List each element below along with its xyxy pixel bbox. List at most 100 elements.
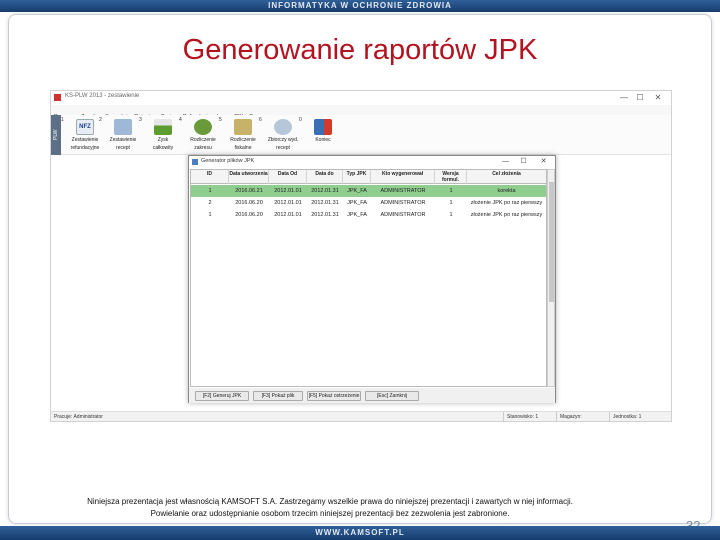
tool-label: Zestawienie	[71, 137, 99, 143]
cell-jpk-type: JPK_FA	[347, 212, 367, 218]
status-bar: Pracuje: Administrator Stanowisko: 1 Mag…	[51, 411, 671, 422]
exit-door-icon	[314, 119, 332, 135]
tool-label: Rozliczenie	[190, 137, 216, 143]
side-tab[interactable]: PLW	[51, 115, 61, 155]
tool-label-2: zakresu	[194, 145, 212, 151]
grid-scrollbar[interactable]	[547, 169, 555, 387]
cell-id: 1	[208, 212, 212, 218]
receipt-icon	[234, 119, 252, 135]
cell-generated-by: ADMINISTRATOR	[380, 200, 426, 206]
copyright-line-2: Powielanie oraz udostępnianie osobom trz…	[150, 509, 510, 518]
cell-jpk-type: JPK_FA	[347, 188, 367, 194]
dialog-close-button[interactable]: ✕	[537, 157, 550, 167]
close-dialog-button[interactable]: [Esc] Zamknij	[365, 391, 419, 401]
tool-label-2: recept	[276, 145, 290, 151]
tool-rozliczenie-fiskalne[interactable]: 5 Rozliczenie fiskalne	[219, 117, 263, 153]
gear-icon	[274, 119, 292, 135]
status-branch: Jednostka: 1	[609, 412, 641, 422]
tool-number: 1	[61, 117, 64, 123]
column-header-created[interactable]: Data utworzenia	[229, 170, 269, 184]
tool-label: Zysk	[157, 137, 169, 143]
column-header-generated-by[interactable]: Kto wygenerował	[371, 170, 435, 184]
cell-date-from: 2012.01.01	[274, 200, 302, 206]
dialog-titlebar: Generator plików JPK — ☐ ✕	[189, 156, 555, 168]
cell-form-version: 1	[449, 212, 453, 218]
website-text: WWW.KAMSOFT.PL	[315, 528, 405, 537]
header-text: INFORMATYKA W OCHRONIE ZDROWIA	[268, 1, 452, 10]
cell-date-from: 2012.01.01	[274, 188, 302, 194]
tool-zbiorczy-wydruk-recept[interactable]: 6 Zbiorczy wyd. recept	[259, 117, 303, 153]
tool-label-2: recept	[116, 145, 130, 151]
bar-chart-icon	[154, 119, 172, 135]
cell-created: 2016.06.20	[235, 212, 263, 218]
tool-number: 0	[299, 117, 302, 123]
tool-label: Koniec	[315, 137, 331, 143]
tool-zysk-calkowity[interactable]: 3 Zysk całkowity	[139, 117, 183, 153]
table-row[interactable]: 2 2016.06.20 2012.01.01 2012.01.31 JPK_F…	[191, 197, 546, 209]
app-titlebar: KS-PLW 2013 - zestawienie — ☐ ✕	[51, 91, 671, 105]
scrollbar-thumb[interactable]	[549, 182, 554, 302]
jpk-generator-dialog: Generator plików JPK — ☐ ✕ ID Data utwor…	[188, 155, 556, 403]
cell-purpose: korekta	[497, 188, 516, 194]
column-header-purpose[interactable]: Cel złożenia	[467, 170, 546, 184]
status-user: Pracuje: Administrator	[54, 414, 103, 420]
tool-label: Zestawienie	[109, 137, 137, 143]
column-header-date-from[interactable]: Data Od	[269, 170, 307, 184]
close-button[interactable]: ✕	[651, 92, 665, 103]
status-store: Magazyn:	[556, 412, 582, 422]
show-warning-button[interactable]: [F5] Pokaż ostrzeżenie	[307, 391, 361, 401]
table-row[interactable]: 1 2016.06.21 2012.01.01 2012.01.31 JPK_F…	[191, 185, 546, 197]
cell-purpose: złożenie JPK po raz pierwszy	[470, 200, 543, 206]
slide-title: Generowanie raportów JPK	[182, 34, 538, 66]
tool-zestawienie-recept[interactable]: 2 Zestawienie recept	[99, 117, 143, 153]
menu-bar: ProgramZasobySprzedażRejestryZapisyRefun…	[51, 105, 671, 120]
tool-number: 4	[179, 117, 182, 123]
show-file-button[interactable]: [F3] Pokaż plik	[253, 391, 303, 401]
column-header-jpk-type[interactable]: Typ JPK	[343, 170, 371, 184]
tool-label-2: fiskalne	[234, 145, 252, 151]
toolbar: 1 NFZ Zestawienie refundacyjne 2 Zestawi…	[51, 115, 671, 155]
table-row[interactable]: 1 2016.06.20 2012.01.01 2012.01.31 JPK_F…	[191, 209, 546, 221]
generate-jpk-button[interactable]: [F2] Generuj JPK	[195, 391, 249, 401]
app-icon	[54, 94, 61, 101]
dialog-title: Generator plików JPK	[201, 158, 255, 164]
dialog-footer: [F2] Generuj JPK [F3] Pokaż plik [F5] Po…	[189, 388, 555, 403]
cell-form-version: 1	[449, 200, 453, 206]
maximize-button[interactable]: ☐	[633, 92, 647, 103]
tool-rozliczenie-zakresu[interactable]: 4 Rozliczenie zakresu	[179, 117, 223, 153]
copyright-notice: Niniejsza prezentacja jest własnością KA…	[80, 496, 580, 520]
cell-date-from: 2012.01.01	[274, 212, 302, 218]
tool-label: Rozliczenie	[230, 137, 256, 143]
dialog-maximize-button[interactable]: ☐	[517, 157, 530, 167]
cell-created: 2016.06.20	[235, 200, 263, 206]
dialog-minimize-button[interactable]: —	[499, 157, 512, 167]
tool-number: 6	[259, 117, 262, 123]
app-title: KS-PLW 2013 - zestawienie	[65, 93, 140, 99]
tool-number: 2	[99, 117, 102, 123]
column-header-form-version[interactable]: Wersja formul.	[435, 170, 467, 184]
column-header-date-to[interactable]: Data do	[307, 170, 343, 184]
cell-jpk-type: JPK_FA	[347, 200, 367, 206]
tool-number: 3	[139, 117, 142, 123]
cell-date-to: 2012.01.31	[311, 188, 339, 194]
status-station: Stanowisko: 1	[503, 412, 538, 422]
cell-date-to: 2012.01.31	[311, 200, 339, 206]
cell-id: 1	[208, 188, 212, 194]
cell-date-to: 2012.01.31	[311, 212, 339, 218]
tool-number: 5	[219, 117, 222, 123]
cell-form-version: 1	[449, 188, 453, 194]
dialog-icon	[192, 159, 198, 165]
cell-id: 2	[208, 200, 212, 206]
nfz-icon: NFZ	[76, 119, 94, 135]
jpk-files-grid[interactable]: ID Data utworzenia Data Od Data do Typ J…	[190, 169, 547, 387]
cell-generated-by: ADMINISTRATOR	[380, 212, 426, 218]
minimize-button[interactable]: —	[617, 92, 631, 103]
tool-koniec[interactable]: 0 Koniec	[299, 117, 343, 153]
column-header-id[interactable]: ID	[191, 170, 229, 184]
cell-generated-by: ADMINISTRATOR	[380, 188, 426, 194]
document-icon	[114, 119, 132, 135]
copyright-line-1: Niniejsza prezentacja jest własnością KA…	[87, 497, 573, 506]
tool-label: Zbiorczy wyd.	[267, 137, 299, 143]
globe-icon	[194, 119, 212, 135]
tool-label-2: całkowity	[152, 145, 174, 151]
